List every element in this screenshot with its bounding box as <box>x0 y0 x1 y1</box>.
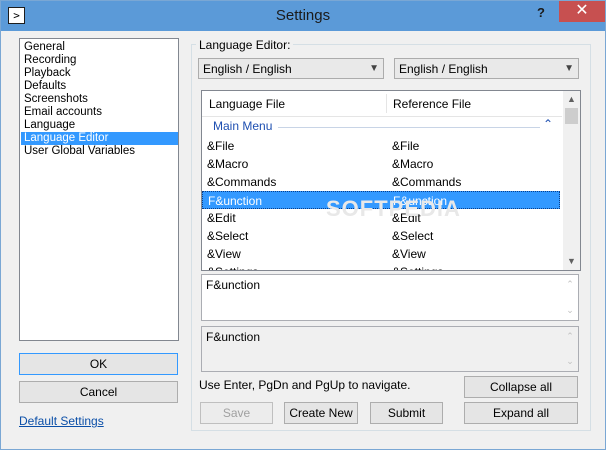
sidebar-item-defaults[interactable]: Defaults <box>21 80 178 93</box>
textbox-scroll-arrows: ⌃ ⌄ <box>566 331 574 366</box>
expand-all-button[interactable]: Expand all <box>464 402 578 424</box>
grid-header: Language File Reference File <box>202 91 562 117</box>
close-button[interactable]: ✕ <box>559 1 605 22</box>
language-grid[interactable]: Language File Reference File Main Menu ⌃… <box>201 90 581 271</box>
language-file-cell: &Macro <box>207 157 249 171</box>
language-file-cell: &Settings <box>207 263 258 270</box>
language-select-left-value: English / English <box>203 62 292 76</box>
language-file-cell: &Select <box>207 229 249 243</box>
group-divider <box>278 127 540 128</box>
settings-category-list[interactable]: General Recording Playback Defaults Screensh… <box>19 38 179 341</box>
column-separator[interactable] <box>386 94 387 113</box>
textbox-scroll-arrows: ⌃ ⌄ <box>566 279 574 315</box>
sidebar-item-recording[interactable]: Recording <box>21 54 178 67</box>
collapse-all-button[interactable]: Collapse all <box>464 376 578 398</box>
title-bar[interactable]: > Settings ? ✕ <box>1 1 605 31</box>
close-icon: ✕ <box>575 2 589 19</box>
reference-file-cell: &Macro <box>392 157 434 171</box>
translation-edit-value: F&unction <box>206 278 261 292</box>
grid-group-title: Main Menu <box>213 119 273 133</box>
window-title: Settings <box>275 7 331 24</box>
reference-text-field: F&unction ⌃ ⌄ <box>201 326 579 372</box>
group-label: Language Editor: <box>196 38 294 52</box>
scroll-down-icon[interactable]: ▼ <box>563 253 580 270</box>
scroll-up-icon[interactable]: ▲ <box>563 91 580 108</box>
sidebar-item-language[interactable]: Language <box>21 119 178 132</box>
grid-scrollbar[interactable]: ▲ ▼ <box>563 91 580 270</box>
chevron-down-icon: ▼ <box>369 63 379 74</box>
watermark: SOFTPEDIA <box>326 196 461 221</box>
sidebar-item-playback[interactable]: Playback <box>21 67 178 80</box>
header-reference-file[interactable]: Reference File <box>393 97 471 111</box>
table-row[interactable]: &Commands &Commands <box>202 173 560 191</box>
default-settings-link[interactable]: Default Settings <box>19 414 104 428</box>
save-button[interactable]: Save <box>200 402 273 424</box>
header-language-file[interactable]: Language File <box>209 97 285 111</box>
language-file-cell: &Commands <box>207 175 277 189</box>
ok-button[interactable]: OK <box>19 353 178 375</box>
sidebar-item-language-editor[interactable]: Language Editor <box>21 132 178 145</box>
table-row[interactable]: &Macro &Macro <box>202 155 560 173</box>
submit-button[interactable]: Submit <box>370 402 443 424</box>
settings-window: > Settings ? ✕ General Recording Playback D… <box>0 0 606 450</box>
language-select-right[interactable]: English / English ▼ <box>394 58 579 79</box>
reference-text-value: F&unction <box>206 330 261 344</box>
language-file-cell: &Edit <box>207 211 236 225</box>
table-row[interactable]: &File &File <box>202 137 560 155</box>
translation-edit-field[interactable]: F&unction ⌃ ⌄ <box>201 274 579 321</box>
language-file-cell: &File <box>207 139 235 153</box>
sidebar-item-screenshots[interactable]: Screenshots <box>21 93 178 106</box>
chevron-down-icon: ▼ <box>564 63 574 74</box>
language-file-cell: F&unction <box>208 194 263 208</box>
reference-file-cell: &View <box>392 247 426 261</box>
cancel-button[interactable]: Cancel <box>19 381 178 403</box>
language-file-cell: &View <box>207 247 241 261</box>
navigation-hint: Use Enter, PgDn and PgUp to navigate. <box>199 378 411 392</box>
reference-file-cell: &Settings <box>392 263 443 270</box>
table-row[interactable]: &Settings&Settings <box>202 263 560 270</box>
sidebar-item-user-global-variables[interactable]: User Global Variables <box>21 145 178 158</box>
table-row[interactable]: &View &View <box>202 245 560 263</box>
help-button[interactable]: ? <box>531 4 551 22</box>
table-row[interactable]: &Select &Select <box>202 227 560 245</box>
reference-file-cell: &File <box>392 139 420 153</box>
reference-file-cell: &Commands <box>392 175 462 189</box>
sidebar-item-email-accounts[interactable]: Email accounts <box>21 106 178 119</box>
scroll-thumb[interactable] <box>565 108 578 124</box>
language-select-right-value: English / English <box>399 62 488 76</box>
grid-group-main-menu[interactable]: Main Menu ⌃ <box>202 117 562 135</box>
create-new-button[interactable]: Create New <box>284 402 358 424</box>
chevron-up-icon[interactable]: ⌃ <box>543 117 553 131</box>
sidebar-item-general[interactable]: General <box>21 41 178 54</box>
reference-file-cell: &Select <box>392 229 434 243</box>
dialog-client: General Recording Playback Defaults Screensh… <box>8 31 598 442</box>
language-select-left[interactable]: English / English ▼ <box>198 58 384 79</box>
